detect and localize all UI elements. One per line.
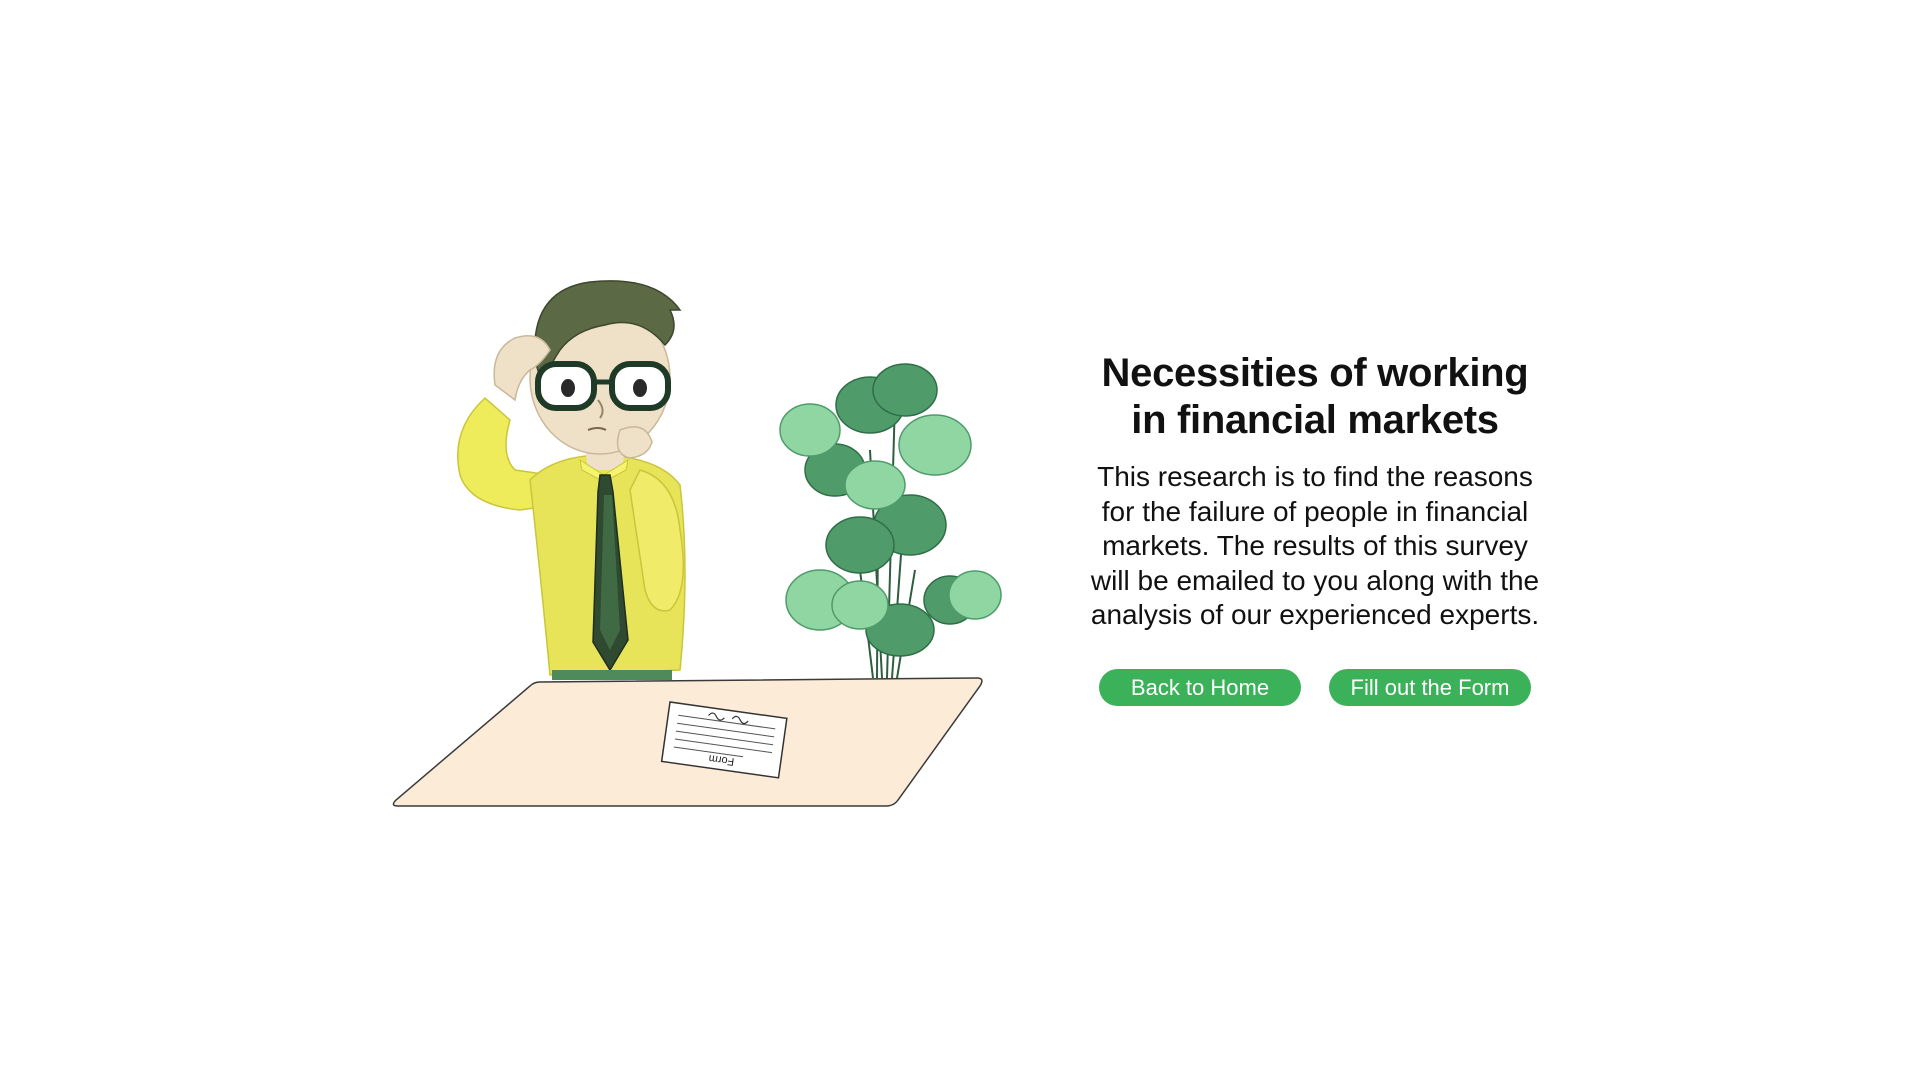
- page-title: Necessities of working in financial mark…: [1101, 351, 1529, 442]
- person-icon: [457, 280, 686, 680]
- plant-icon: [779, 363, 1002, 679]
- page: Form Necessities of working in financial…: [0, 0, 1920, 1080]
- back-to-home-button[interactable]: Back to Home: [1099, 668, 1301, 706]
- hero-content: Necessities of working in financial mark…: [1080, 350, 1550, 706]
- fill-out-form-button[interactable]: Fill out the Form: [1329, 668, 1531, 706]
- illustration-svg: Form: [392, 280, 1002, 807]
- page-description: This research is to find the reasons for…: [1090, 461, 1540, 630]
- thinking-man-illustration: Form: [390, 270, 1010, 810]
- action-buttons: Back to Home Fill out the Form: [1080, 668, 1550, 706]
